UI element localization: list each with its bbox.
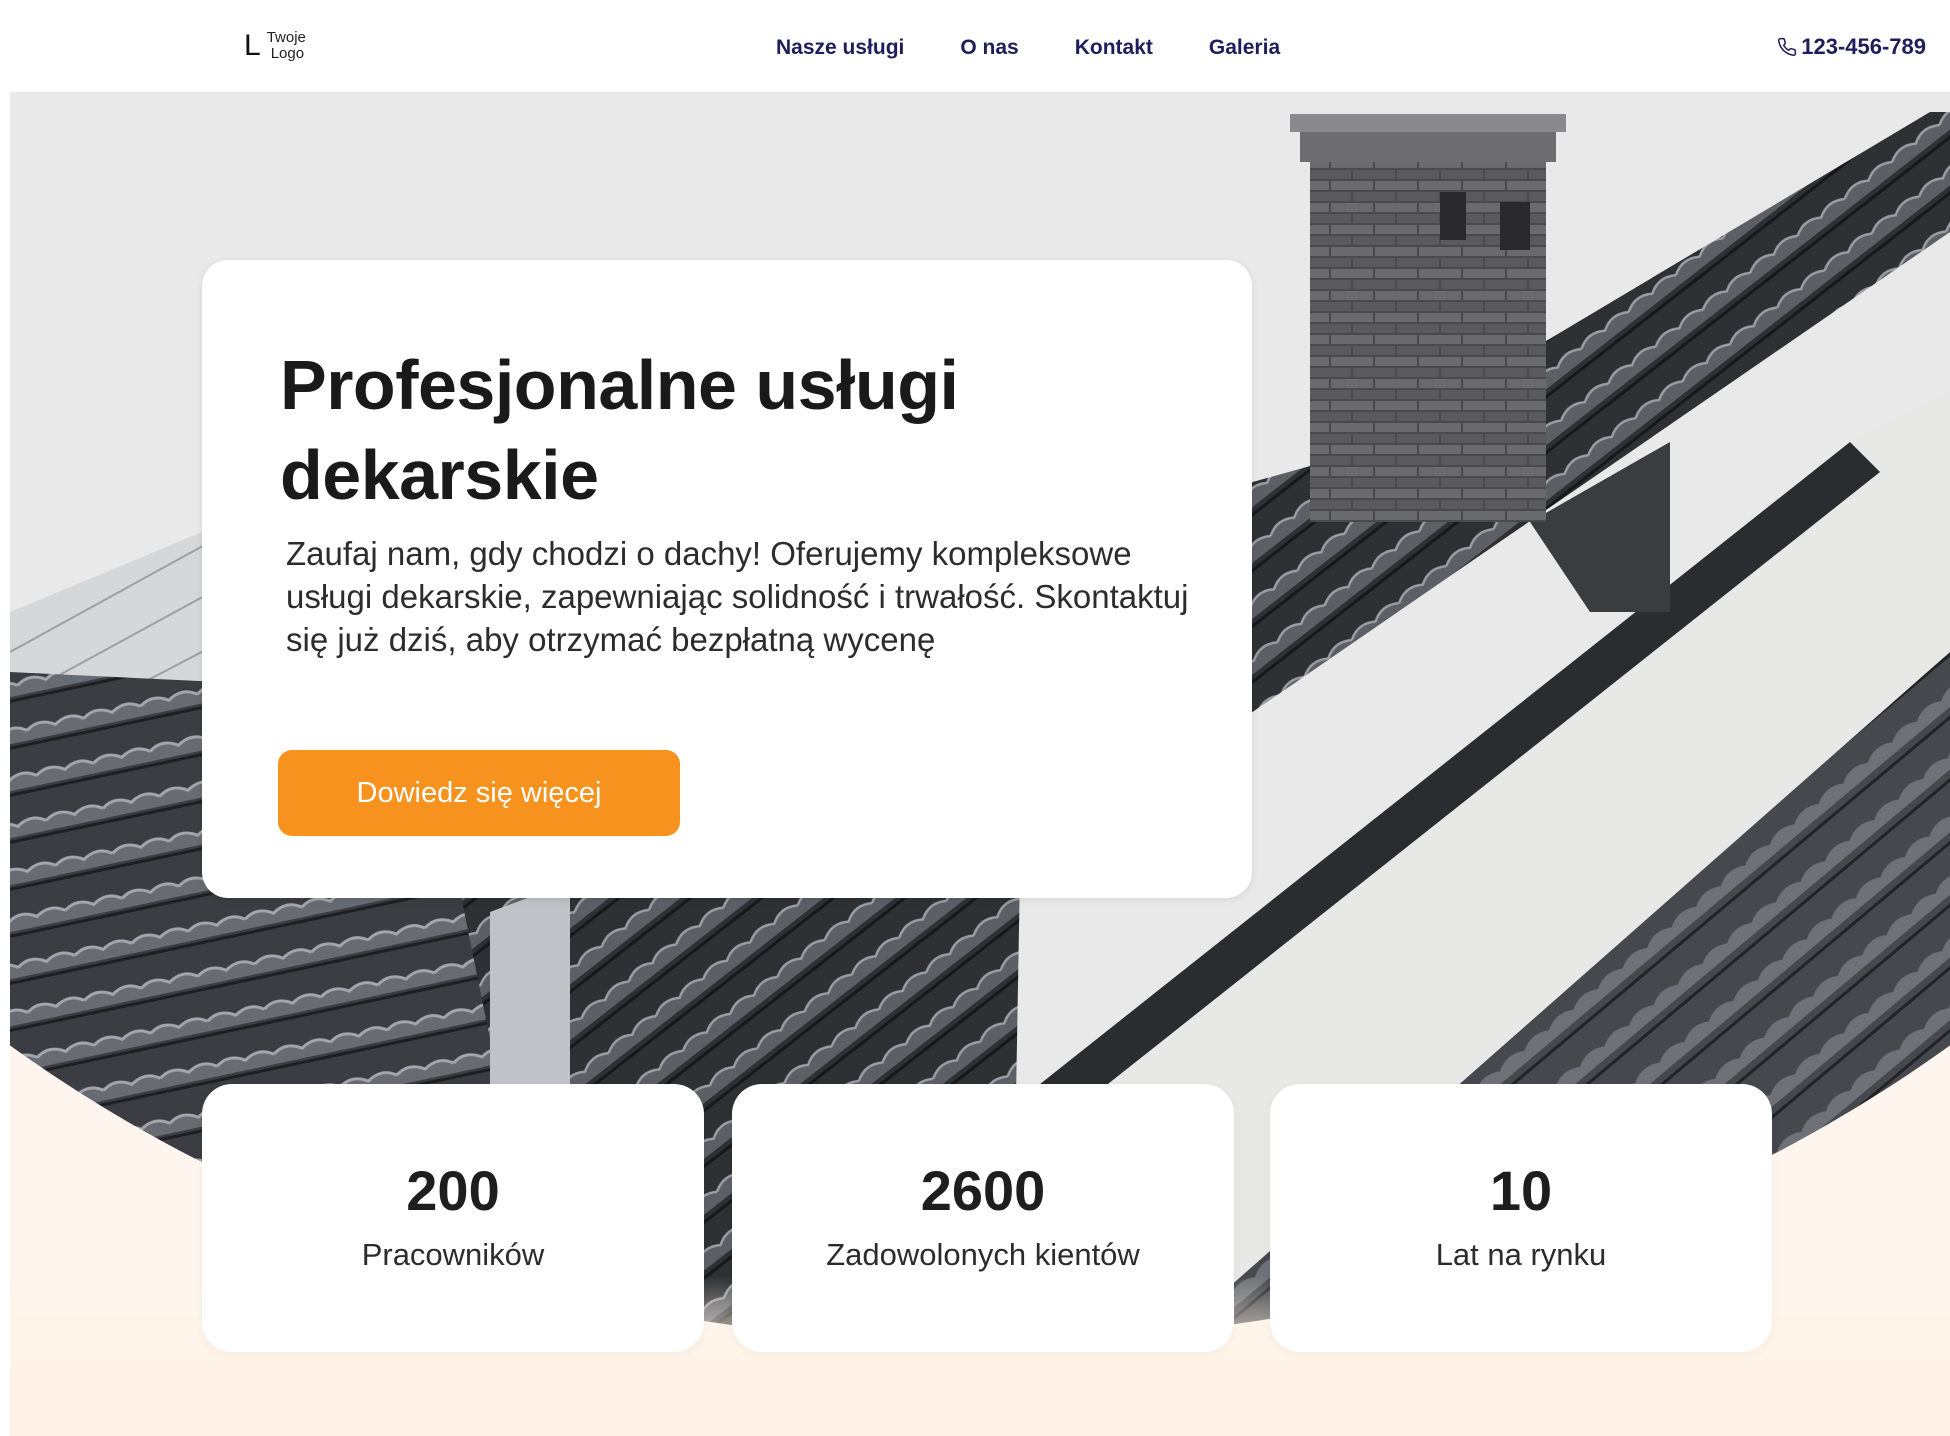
stat-card-clients: 2600 Zadowolonych kientów — [732, 1084, 1234, 1352]
stat-label: Zadowolonych kientów — [826, 1236, 1140, 1272]
hero-title: Profesjonalne usługi dekarskie — [280, 340, 1180, 520]
logo-mark: L — [244, 29, 261, 62]
stat-value: 2600 — [920, 1158, 1046, 1222]
phone-link[interactable]: 123-456-789 — [1777, 34, 1926, 60]
logo-line-1: Twoje — [266, 29, 306, 46]
main-nav: Nasze usługi O nas Kontakt Galeria — [776, 36, 1280, 60]
logo-line-2: Logo — [270, 45, 305, 62]
stat-card-employees: 200 Pracowników — [202, 1084, 704, 1352]
stat-card-years: 10 Lat na rynku — [1270, 1084, 1772, 1352]
site-header: L Twoje Logo Nasze usługi O nas Kontakt … — [0, 0, 1950, 92]
stat-label: Lat na rynku — [1435, 1236, 1607, 1272]
logo-text: Twoje Logo — [267, 30, 306, 62]
phone-icon — [1778, 37, 1797, 56]
phone-number: 123-456-789 — [1801, 34, 1926, 59]
hero-card: Profesjonalne usługi dekarskie Zaufaj na… — [202, 260, 1252, 898]
hero-title-line-1: Profesjonalne usługi — [280, 346, 959, 424]
nav-item-gallery[interactable]: Galeria — [1209, 36, 1280, 60]
nav-item-contact[interactable]: Kontakt — [1075, 36, 1153, 60]
stat-value: 10 — [1489, 1158, 1553, 1222]
learn-more-button[interactable]: Dowiedz się więcej — [278, 750, 680, 836]
stat-value: 200 — [406, 1158, 500, 1222]
logo[interactable]: L Twoje Logo — [244, 30, 306, 62]
stat-label: Pracowników — [361, 1236, 545, 1272]
landing-page: L Twoje Logo Nasze usługi O nas Kontakt … — [0, 0, 1950, 1436]
hero-description: Zaufaj nam, gdy chodzi o dachy! Oferujem… — [286, 535, 1189, 658]
nav-item-services[interactable]: Nasze usługi — [776, 36, 904, 60]
nav-item-about[interactable]: O nas — [960, 36, 1018, 60]
hero-title-line-2: dekarskie — [280, 436, 599, 514]
